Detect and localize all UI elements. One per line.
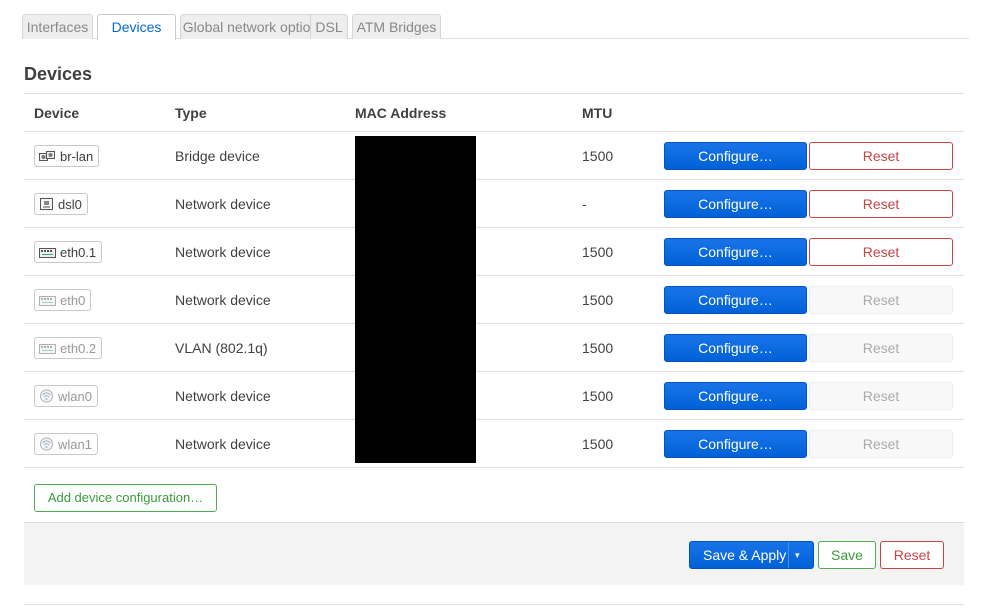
reset-button[interactable]: Reset [809,382,953,410]
device-mtu: 1500 [582,340,614,356]
device-badge: dsl0 [34,193,88,215]
table-row: eth0.1 Network device 1500 Configure… Re… [24,228,964,276]
divider [24,604,964,605]
device-name: dsl0 [58,196,82,212]
header-type: Type [175,105,207,121]
configure-button[interactable]: Configure… [664,334,807,362]
configure-button[interactable]: Configure… [664,286,807,314]
device-name: wlan0 [58,388,92,404]
wifi-icon [39,389,54,403]
table-row: br-lan Bridge device 1500 Configure… Res… [24,132,964,180]
device-type: Network device [175,196,271,212]
table-row: eth0.2 VLAN (802.1q) 1500 Configure… Res… [24,324,964,372]
tab-interfaces[interactable]: Interfaces [22,14,93,39]
device-type: VLAN (802.1q) [175,340,268,356]
reset-button[interactable]: Reset [809,142,953,170]
device-type: Network device [175,244,271,260]
device-mtu: 1500 [582,244,614,260]
save-apply-label: Save & Apply [703,547,787,563]
chevron-down-icon[interactable]: ▾ [795,542,800,568]
device-mtu: 1500 [582,436,614,452]
split-divider [788,542,789,568]
tab-global-network-options[interactable]: Global network options [180,14,328,39]
device-name: br-lan [60,148,94,164]
device-type: Bridge device [175,148,260,164]
devices-table: Device Type MAC Address MTU br-lan Bridg… [24,93,964,468]
device-mtu: 1500 [582,292,614,308]
device-mtu: 1500 [582,388,614,404]
device-type: Network device [175,436,271,452]
header-device: Device [34,105,80,121]
reset-button[interactable]: Reset [809,238,953,266]
tab-devices[interactable]: Devices [97,14,176,40]
mac-address-redaction [355,136,476,463]
section-title: Devices [24,64,93,84]
device-name: wlan1 [58,436,92,452]
device-type: Network device [175,292,271,308]
add-device-configuration-button[interactable]: Add device configuration… [34,484,217,512]
wifi-icon [39,437,54,451]
configure-button[interactable]: Configure… [664,190,807,218]
configure-button[interactable]: Configure… [664,430,807,458]
ethernet-icon [39,197,54,211]
reset-button[interactable]: Reset [809,286,953,314]
device-name: eth0.1 [60,244,97,260]
table-row: wlan0 Network device 1500 Configure… Res… [24,372,964,420]
header-mtu: MTU [582,105,613,121]
device-badge: eth0.1 [34,241,103,263]
device-badge: eth0 [34,289,92,311]
device-badge: br-lan [34,145,100,167]
switch-icon [39,246,56,259]
table-header: Device Type MAC Address MTU [24,94,964,132]
device-badge: wlan1 [34,433,98,455]
tab-dsl[interactable]: DSL [310,14,348,39]
device-mtu: 1500 [582,148,614,164]
tab-atm-bridges[interactable]: ATM Bridges [352,14,441,39]
device-badge: eth0.2 [34,337,103,359]
reset-button[interactable]: Reset [809,190,953,218]
table-row: eth0 Network device 1500 Configure… Rese… [24,276,964,324]
configure-button[interactable]: Configure… [664,238,807,266]
reset-button[interactable]: Reset [809,334,953,362]
device-name: eth0 [60,292,86,308]
device-type: Network device [175,388,271,404]
switch-icon [39,342,56,355]
bridge-icon [39,150,56,163]
save-apply-button[interactable]: Save & Apply ▾ [689,541,814,569]
reset-button[interactable]: Reset [809,430,953,458]
table-row: dsl0 Network device - Configure… Reset [24,180,964,228]
switch-icon [39,294,56,307]
reset-changes-button[interactable]: Reset [880,541,944,569]
device-name: eth0.2 [60,340,97,356]
header-mac: MAC Address [355,105,447,121]
device-badge: wlan0 [34,385,98,407]
configure-button[interactable]: Configure… [664,142,807,170]
save-button[interactable]: Save [818,541,876,569]
device-mtu: - [582,196,587,212]
tab-bar: Interfaces Devices Global network option… [22,14,969,40]
footer-actions: Save & Apply ▾ Save Reset [24,522,964,585]
table-row: wlan1 Network device 1500 Configure… Res… [24,420,964,468]
configure-button[interactable]: Configure… [664,382,807,410]
